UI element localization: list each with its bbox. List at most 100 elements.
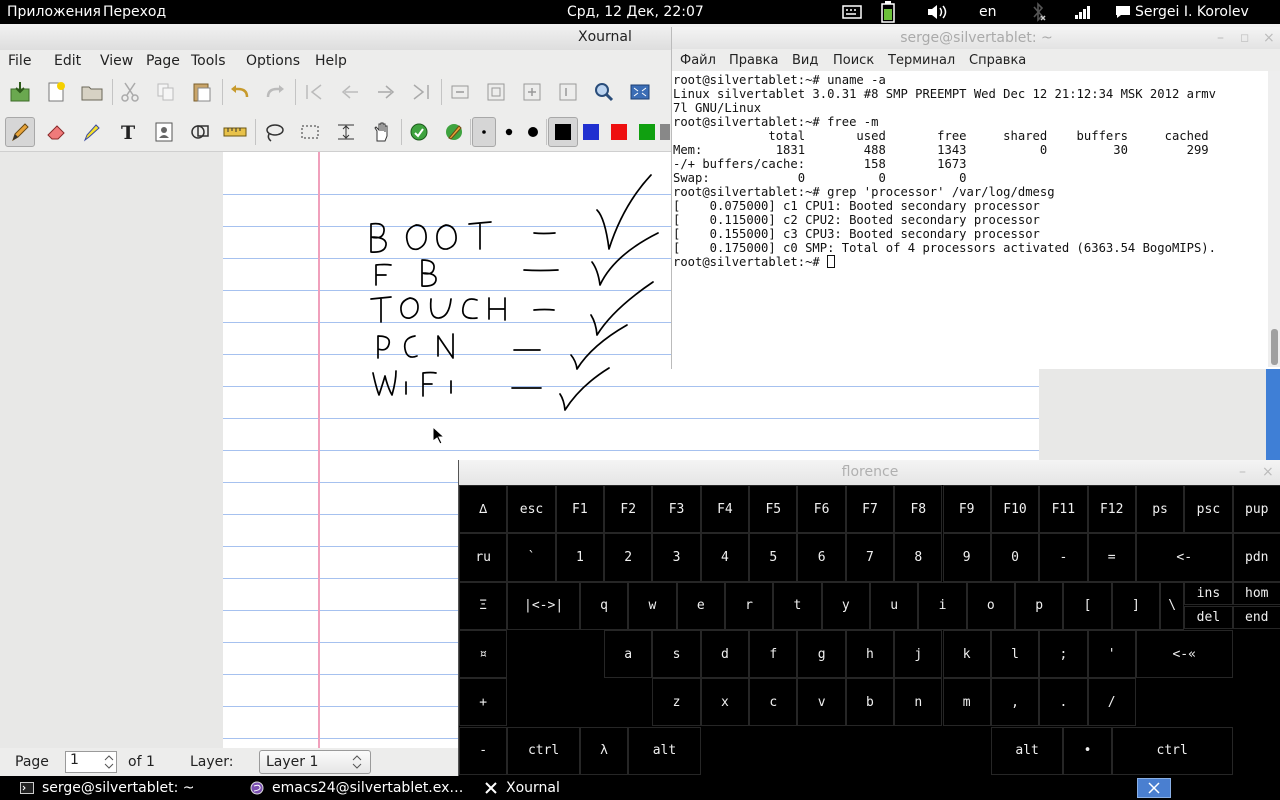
key-number-row[interactable]: = (1087, 533, 1136, 582)
key-number-row[interactable]: ru (459, 533, 508, 582)
key-number-row[interactable]: 0 (990, 533, 1040, 582)
key-function-row[interactable]: esc (507, 485, 556, 534)
key-qwerty-row[interactable]: \ (1160, 581, 1185, 630)
key-qwerty-row[interactable]: p (1015, 581, 1064, 630)
key-function-row[interactable]: F9 (942, 485, 991, 534)
key-home-row[interactable]: ; (1039, 629, 1088, 679)
key-qwerty-row[interactable]: Ξ (459, 581, 508, 630)
maximize-icon[interactable]: ◻ (1240, 27, 1249, 49)
open-folder-icon[interactable] (77, 77, 107, 107)
key-function-row[interactable]: F3 (652, 485, 701, 534)
shape-recognizer-icon[interactable] (185, 117, 215, 147)
key-bottom-row[interactable]: n (894, 678, 943, 727)
key-function-row[interactable]: F5 (749, 485, 798, 534)
redo-icon[interactable] (260, 77, 290, 107)
paste-icon[interactable] (187, 77, 217, 107)
key-function-row[interactable]: F8 (894, 485, 943, 534)
key-qwerty-row[interactable]: y (821, 581, 870, 630)
volume-icon[interactable] (925, 2, 949, 22)
keyboard-layout-indicator[interactable]: en (979, 4, 997, 20)
terminal-menu-search[interactable]: Поиск (833, 53, 874, 68)
previous-page-icon[interactable] (335, 77, 365, 107)
key-qwerty-row[interactable]: ] (1111, 581, 1161, 630)
key-bottom-row[interactable]: c (749, 678, 798, 727)
key-qwerty-row[interactable]: t (773, 581, 822, 630)
key-bottom-row[interactable]: v (797, 678, 846, 727)
menu-help[interactable]: Help (315, 53, 347, 69)
key-qwerty-row[interactable]: w (628, 581, 677, 630)
text-tool-icon[interactable]: T (113, 117, 143, 147)
key-qwerty-row[interactable]: hom (1232, 581, 1280, 605)
key-modifier-row[interactable]: - (459, 726, 508, 775)
user-menu[interactable]: Sergei I. Korolev (1135, 4, 1249, 20)
key-home-row[interactable]: s (652, 629, 701, 679)
key-qwerty-row[interactable]: |<->| (507, 581, 580, 630)
key-bottom-row[interactable]: x (700, 678, 750, 727)
workspace-switcher[interactable] (1137, 778, 1171, 798)
key-qwerty-row[interactable]: i (918, 581, 967, 630)
close-icon[interactable]: × (1262, 460, 1274, 485)
thin-stroke-icon[interactable] (472, 117, 496, 147)
key-qwerty-row[interactable]: ins (1184, 581, 1233, 605)
close-icon[interactable]: × (1263, 27, 1275, 49)
bluetooth-icon[interactable] (1028, 2, 1048, 22)
key-function-row[interactable]: F1 (555, 485, 605, 534)
task-xournal[interactable]: Xournal (484, 776, 560, 800)
key-home-row[interactable]: g (797, 629, 846, 679)
places-menu[interactable]: Переход (103, 4, 166, 20)
last-page-icon[interactable] (406, 77, 436, 107)
key-bottom-row[interactable]: b (845, 678, 895, 727)
key-home-row[interactable]: a (604, 629, 653, 679)
default-pen-icon[interactable] (404, 117, 434, 147)
key-qwerty-row[interactable]: [ (1063, 581, 1112, 630)
color-red-swatch[interactable] (604, 117, 634, 147)
vertical-space-icon[interactable] (331, 117, 361, 147)
key-modifier-row[interactable]: λ (579, 726, 629, 775)
key-bottom-row[interactable]: / (1087, 678, 1136, 727)
rect-select-icon[interactable] (295, 117, 325, 147)
image-tool-icon[interactable] (149, 117, 179, 147)
menu-tools[interactable]: Tools (191, 53, 226, 69)
key-qwerty-row[interactable]: end (1232, 605, 1280, 629)
key-qwerty-row[interactable]: u (869, 581, 919, 630)
menu-options[interactable]: Options (246, 53, 300, 69)
key-home-row[interactable]: h (845, 629, 895, 679)
zoom-100-icon[interactable] (553, 77, 583, 107)
key-bottom-row[interactable]: . (1039, 678, 1088, 727)
save-icon[interactable] (5, 77, 35, 107)
task-terminal[interactable]: serge@silvertablet: ~ (20, 776, 195, 800)
ruler-icon[interactable] (220, 117, 250, 147)
florence-titlebar[interactable]: florence – × (459, 460, 1280, 485)
key-home-row[interactable]: j (894, 629, 943, 679)
key-number-row[interactable]: 6 (797, 533, 846, 582)
key-number-row[interactable]: 7 (845, 533, 895, 582)
minimize-icon[interactable]: – (1239, 460, 1246, 485)
keyboard-icon[interactable] (842, 2, 862, 22)
key-function-row[interactable]: ∆ (459, 485, 508, 534)
chat-icon[interactable] (1115, 2, 1131, 22)
undo-icon[interactable] (225, 77, 255, 107)
minimize-icon[interactable]: – (1217, 27, 1224, 49)
terminal-menu-terminal[interactable]: Терминал (888, 53, 955, 68)
key-function-row[interactable]: psc (1184, 485, 1233, 534)
first-page-icon[interactable] (299, 77, 329, 107)
key-number-row[interactable]: ` (507, 533, 556, 582)
key-modifier-row[interactable]: • (1063, 726, 1112, 775)
zoom-fit-icon[interactable] (481, 77, 511, 107)
key-modifier-row[interactable]: alt (628, 726, 701, 775)
key-bottom-row[interactable]: , (990, 678, 1040, 727)
key-function-row[interactable]: F6 (797, 485, 846, 534)
key-modifier-row[interactable]: alt (990, 726, 1064, 775)
terminal-menu-view[interactable]: Вид (792, 53, 818, 68)
key-home-row[interactable]: l (990, 629, 1040, 679)
key-qwerty-row[interactable]: q (579, 581, 629, 630)
scrollbar-thumb[interactable] (1271, 329, 1278, 365)
key-function-row[interactable]: F11 (1039, 485, 1088, 534)
key-function-row[interactable]: pup (1232, 485, 1280, 534)
new-document-icon[interactable] (41, 77, 71, 107)
key-home-row[interactable]: k (942, 629, 991, 679)
color-black-swatch[interactable] (548, 117, 578, 147)
spin-arrows-icon[interactable] (104, 753, 114, 771)
terminal-menu-file[interactable]: Файл (680, 53, 716, 68)
key-function-row[interactable]: F10 (990, 485, 1040, 534)
